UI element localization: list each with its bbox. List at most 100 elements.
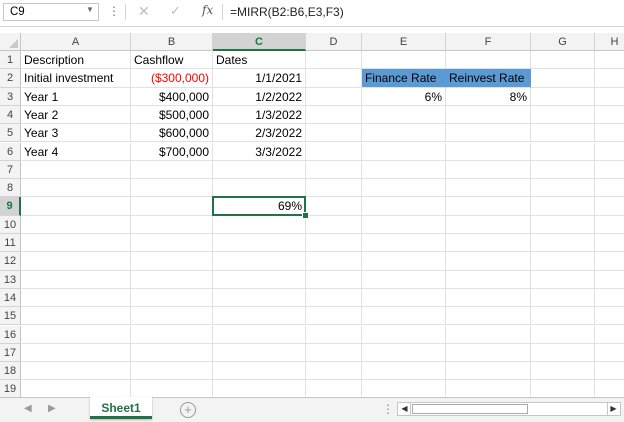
scroll-left-icon[interactable]: ◀ bbox=[24, 403, 32, 414]
cell-c6[interactable]: 3/3/2022 bbox=[213, 142, 306, 161]
cell-b8[interactable] bbox=[131, 179, 213, 198]
column-header-a[interactable]: A bbox=[21, 33, 131, 51]
cell-g19[interactable] bbox=[531, 380, 595, 397]
row-header-6[interactable]: 6 bbox=[0, 142, 21, 161]
cell-g3[interactable] bbox=[531, 87, 595, 106]
cell-e14[interactable] bbox=[362, 288, 446, 308]
cell-g12[interactable] bbox=[531, 252, 595, 271]
name-box[interactable]: C9 bbox=[3, 3, 99, 21]
cell-e13[interactable] bbox=[362, 270, 446, 289]
cell-d2[interactable] bbox=[306, 69, 362, 88]
cell-g8[interactable] bbox=[531, 179, 595, 198]
cell-e3[interactable]: 6% bbox=[362, 87, 446, 106]
cell-h13[interactable] bbox=[595, 271, 624, 289]
cell-d6[interactable] bbox=[306, 142, 362, 161]
cell-b10[interactable] bbox=[131, 215, 213, 234]
cell-d18[interactable] bbox=[306, 362, 362, 381]
cell-f10[interactable] bbox=[446, 215, 531, 234]
cell-e16[interactable] bbox=[362, 325, 446, 344]
cell-c4[interactable]: 1/3/2022 bbox=[213, 105, 306, 125]
cell-f12[interactable] bbox=[446, 252, 531, 271]
sheet-tab[interactable]: Sheet1 bbox=[90, 397, 152, 419]
cell-h17[interactable] bbox=[595, 344, 624, 363]
cell-g7[interactable] bbox=[531, 160, 595, 180]
cell-c19[interactable] bbox=[213, 380, 306, 397]
cell-a19[interactable] bbox=[21, 380, 131, 397]
cell-c14[interactable] bbox=[213, 288, 306, 308]
cell-h8[interactable] bbox=[595, 179, 624, 198]
cell-c2[interactable]: 1/1/2021 bbox=[213, 69, 306, 88]
cell-e12[interactable] bbox=[362, 252, 446, 271]
cell-e10[interactable] bbox=[362, 215, 446, 234]
cell-b12[interactable] bbox=[131, 252, 213, 271]
cell-g4[interactable] bbox=[531, 105, 595, 125]
cell-c17[interactable] bbox=[213, 343, 306, 363]
cell-d15[interactable] bbox=[306, 307, 362, 326]
cell-a1[interactable]: Description bbox=[21, 51, 131, 70]
cell-f5[interactable] bbox=[446, 124, 531, 143]
cell-b11[interactable] bbox=[131, 234, 213, 253]
chevron-down-icon[interactable]: ▼ bbox=[86, 5, 94, 14]
cell-b18[interactable] bbox=[131, 362, 213, 381]
cell-h15[interactable] bbox=[595, 307, 624, 326]
cell-b16[interactable] bbox=[131, 325, 213, 344]
cell-h12[interactable] bbox=[595, 252, 624, 271]
cell-a11[interactable] bbox=[21, 234, 131, 253]
column-header-e[interactable]: E bbox=[362, 33, 446, 51]
cell-f15[interactable] bbox=[446, 307, 531, 326]
cell-f18[interactable] bbox=[446, 362, 531, 381]
row-header-5[interactable]: 5 bbox=[0, 124, 21, 143]
cell-e5[interactable] bbox=[362, 124, 446, 143]
cell-b5[interactable]: $600,000 bbox=[131, 124, 213, 143]
cell-c8[interactable] bbox=[213, 179, 306, 198]
cell-g18[interactable] bbox=[531, 362, 595, 381]
row-header-9[interactable]: 9 bbox=[0, 197, 21, 216]
cell-h18[interactable] bbox=[595, 362, 624, 381]
cell-h2[interactable] bbox=[595, 69, 624, 88]
cell-e19[interactable] bbox=[362, 380, 446, 397]
cell-f6[interactable] bbox=[446, 142, 531, 161]
cell-e8[interactable] bbox=[362, 179, 446, 198]
select-all-corner[interactable] bbox=[0, 33, 21, 51]
cell-g6[interactable] bbox=[531, 142, 595, 161]
cell-a14[interactable] bbox=[21, 288, 131, 308]
scroll-right-icon[interactable]: ▶ bbox=[48, 403, 56, 414]
cell-c13[interactable] bbox=[213, 270, 306, 289]
cell-e15[interactable] bbox=[362, 307, 446, 326]
cell-f7[interactable] bbox=[446, 160, 531, 180]
fx-icon[interactable]: fx bbox=[202, 3, 213, 17]
cell-h19[interactable] bbox=[595, 380, 624, 397]
cell-b19[interactable] bbox=[131, 380, 213, 397]
cell-d9[interactable] bbox=[306, 197, 362, 216]
cell-a17[interactable] bbox=[21, 343, 131, 363]
cell-a10[interactable] bbox=[21, 215, 131, 234]
fill-handle[interactable] bbox=[302, 211, 309, 219]
cell-d13[interactable] bbox=[306, 270, 362, 289]
cell-a6[interactable]: Year 4 bbox=[21, 142, 131, 161]
cell-e18[interactable] bbox=[362, 362, 446, 381]
cell-g14[interactable] bbox=[531, 288, 595, 308]
cell-h7[interactable] bbox=[595, 161, 624, 180]
cell-b17[interactable] bbox=[131, 343, 213, 363]
cell-a13[interactable] bbox=[21, 270, 131, 289]
cell-a5[interactable]: Year 3 bbox=[21, 124, 131, 143]
cell-a7[interactable] bbox=[21, 160, 131, 180]
row-header-17[interactable]: 17 bbox=[0, 343, 21, 363]
cell-c16[interactable] bbox=[213, 325, 306, 344]
cell-c18[interactable] bbox=[213, 362, 306, 381]
plus-circle-icon[interactable]: + bbox=[180, 402, 196, 418]
cell-c15[interactable] bbox=[213, 307, 306, 326]
cell-g5[interactable] bbox=[531, 124, 595, 143]
row-header-19[interactable]: 19 bbox=[0, 380, 21, 397]
cell-e17[interactable] bbox=[362, 343, 446, 363]
cell-g10[interactable] bbox=[531, 215, 595, 234]
cell-b14[interactable] bbox=[131, 288, 213, 308]
cell-g16[interactable] bbox=[531, 325, 595, 344]
column-header-d[interactable]: D bbox=[306, 33, 362, 51]
cell-a4[interactable]: Year 2 bbox=[21, 105, 131, 125]
row-header-13[interactable]: 13 bbox=[0, 270, 21, 289]
formula-input[interactable]: =MIRR(B2:B6,E3,F3) bbox=[230, 0, 344, 26]
cell-f2[interactable]: Reinvest Rate bbox=[446, 69, 531, 88]
cell-d16[interactable] bbox=[306, 325, 362, 344]
cell-f16[interactable] bbox=[446, 325, 531, 344]
